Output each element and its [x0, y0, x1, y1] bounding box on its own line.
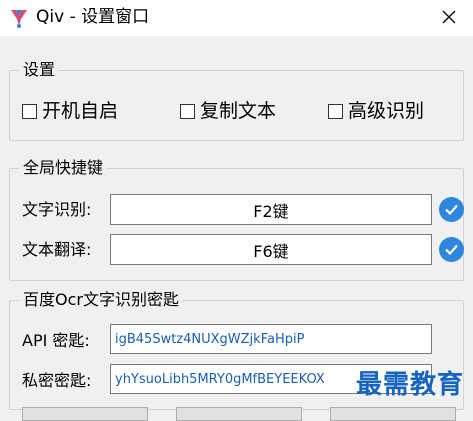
- close-button[interactable]: [424, 0, 473, 36]
- watermark-logo: 最需教育: [356, 370, 465, 400]
- autostart-checkbox[interactable]: 开机自启: [22, 99, 118, 123]
- ocr-keys-legend: 百度Ocr文字识别密匙: [19, 290, 183, 310]
- translate-hotkey-label: 文本翻译:: [22, 240, 92, 259]
- window-title: Qiv - 设置窗口: [36, 7, 150, 27]
- bottom-button-right[interactable]: [330, 407, 456, 421]
- autostart-label: 开机自启: [42, 100, 119, 122]
- translate-hotkey-field[interactable]: F6键: [110, 234, 432, 265]
- check-icon: [439, 237, 464, 262]
- checkbox-box[interactable]: [180, 103, 195, 119]
- close-icon: [442, 9, 456, 28]
- settings-legend: 设置: [19, 60, 60, 80]
- ocr-hotkey-value: F2键: [253, 201, 289, 221]
- hotkeys-legend: 全局快捷键: [19, 158, 108, 178]
- app-logo-icon: [8, 7, 30, 29]
- title-bar: Qiv - 设置窗口: [0, 0, 473, 36]
- ocr-hotkey-label: 文字识别:: [22, 200, 92, 219]
- secret-key-value: yhYsuoLibh5MRY0gMfBEYEEKOX: [115, 371, 325, 387]
- advanced-ocr-checkbox[interactable]: 高级识别: [328, 99, 424, 123]
- ocr-hotkey-field[interactable]: F2键: [110, 194, 432, 225]
- checkbox-box[interactable]: [22, 103, 37, 119]
- checkbox-box[interactable]: [328, 103, 343, 119]
- advanced-ocr-label: 高级识别: [348, 100, 425, 122]
- check-icon: [439, 197, 464, 222]
- bottom-button-left[interactable]: [22, 407, 148, 421]
- secret-key-label: 私密密匙:: [22, 371, 92, 390]
- translate-hotkey-value: F6键: [253, 241, 289, 261]
- api-key-label: API 密匙:: [22, 331, 90, 350]
- bottom-button-middle[interactable]: [176, 407, 302, 421]
- copy-text-label: 复制文本: [200, 100, 277, 122]
- api-key-input[interactable]: igB45Swtz4NUXgWZjkFaHpiP: [110, 324, 432, 354]
- api-key-value: igB45Swtz4NUXgWZjkFaHpiP: [115, 331, 305, 347]
- copy-text-checkbox[interactable]: 复制文本: [180, 99, 276, 123]
